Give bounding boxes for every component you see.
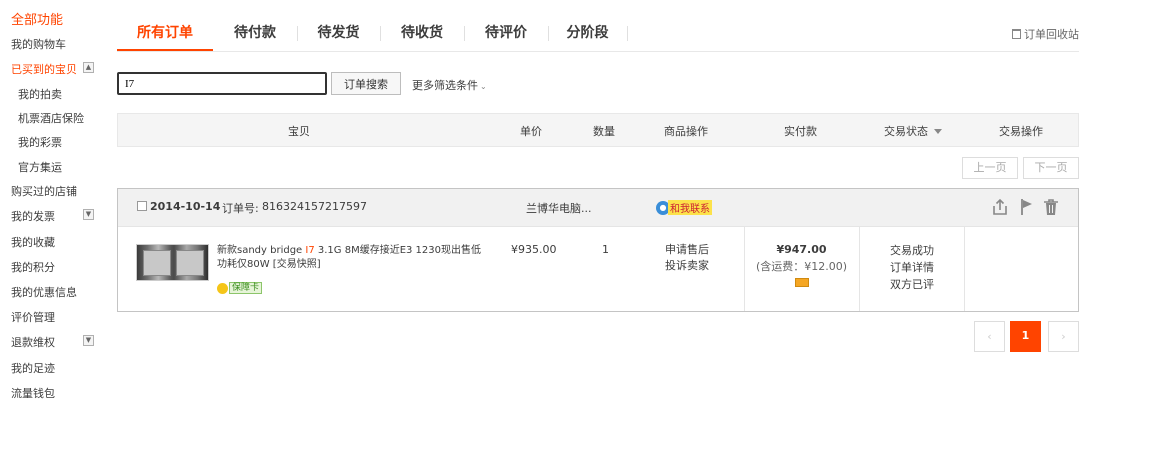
column-divider <box>964 227 965 311</box>
order-search-input[interactable] <box>117 72 327 95</box>
tab-phased[interactable]: 分阶段 <box>548 16 627 51</box>
credit-card-icon <box>794 278 809 287</box>
more-filters-toggle[interactable]: 更多筛选条件 ⌄ <box>412 77 487 93</box>
order-card: 2014-10-14 订单号: 816324157217597 兰博华电脑...… <box>117 188 1079 312</box>
flag-icon[interactable] <box>1019 198 1035 216</box>
caret-down-icon <box>934 129 942 134</box>
pager-prev-button[interactable]: ‹ <box>974 321 1005 352</box>
order-checkbox[interactable] <box>137 201 147 211</box>
share-icon[interactable] <box>992 198 1008 216</box>
trade-status: 交易成功 订单详情 双方已评 <box>860 242 964 293</box>
tab-pending-review[interactable]: 待评价 <box>464 16 548 51</box>
more-filters-label: 更多筛选条件 <box>412 79 478 92</box>
shop-link[interactable]: 兰博华电脑... <box>526 200 592 216</box>
sidebar-item-shipping[interactable]: 官方集运 <box>18 159 62 175</box>
product-title-highlight: I7 <box>305 245 315 256</box>
cpu-chip-image <box>143 250 171 276</box>
pager-current-page[interactable]: 1 <box>1010 321 1041 352</box>
paid-amount-cell: ¥947.00 (含运费：¥12.00) <box>745 241 858 292</box>
item-actions: 申请售后 投诉卖家 <box>665 242 709 274</box>
bulb-icon <box>217 282 228 294</box>
shipping-fee: (含运费：¥12.00) <box>755 260 848 273</box>
column-header-item-actions: 商品操作 <box>664 125 708 138</box>
cpu-chip-image <box>176 250 204 276</box>
product-title-prefix: 新款sandy bridge <box>217 245 306 256</box>
tab-all-orders[interactable]: 所有订单 <box>117 16 213 51</box>
pager-next-button[interactable]: › <box>1048 321 1079 352</box>
sidebar-item-points[interactable]: 我的积分 <box>11 259 55 275</box>
tab-divider <box>627 26 628 41</box>
order-header: 2014-10-14 订单号: 816324157217597 兰博华电脑...… <box>118 189 1078 227</box>
delete-icon[interactable] <box>1043 198 1059 216</box>
product-thumbnail[interactable] <box>136 244 209 281</box>
sidebar-item-footprint[interactable]: 我的足迹 <box>11 360 55 376</box>
column-header-quantity: 数量 <box>593 125 615 138</box>
sidebar-item-data-wallet[interactable]: 流量钱包 <box>11 385 55 401</box>
guarantee-label: 保障卡 <box>229 282 263 294</box>
contact-seller-label: 和我联系 <box>668 200 712 215</box>
sidebar-item-bought[interactable]: 已买到的宝贝 <box>11 61 77 77</box>
sidebar-item-travel[interactable]: 机票酒店保险 <box>18 110 84 126</box>
status-both-reviewed: 双方已评 <box>890 278 934 291</box>
column-header-price: 单价 <box>520 125 542 138</box>
sidebar-item-invoice[interactable]: 我的发票 <box>11 208 55 224</box>
trash-icon <box>1012 29 1021 39</box>
expand-toggle-icon[interactable]: ▼ <box>83 209 94 220</box>
sidebar-item-coupons[interactable]: 我的优惠信息 <box>11 284 77 300</box>
guarantee-badge[interactable]: 保障卡 <box>217 281 263 294</box>
complain-seller-link[interactable]: 投诉卖家 <box>665 258 709 274</box>
chevron-down-icon: ⌄ <box>480 82 487 91</box>
recycle-bin-label: 订单回收站 <box>1024 28 1079 41</box>
prev-page-button[interactable]: 上一页 <box>962 157 1018 179</box>
sidebar-item-favorites[interactable]: 我的收藏 <box>11 234 55 250</box>
quantity: 1 <box>602 243 609 256</box>
contact-seller-button[interactable]: ● 和我联系 <box>656 200 712 216</box>
column-header-trade-actions: 交易操作 <box>999 125 1043 138</box>
order-details-link[interactable]: 订单详情 <box>860 259 964 276</box>
status-filter-label: 交易状态 <box>884 125 928 138</box>
paid-amount: ¥947.00 <box>776 243 827 256</box>
sidebar-title[interactable]: 全部功能 <box>11 9 63 28</box>
recycle-bin-link[interactable]: 订单回收站 <box>1012 26 1079 42</box>
tab-pending-receipt[interactable]: 待收货 <box>380 16 464 51</box>
sidebar-item-refund[interactable]: 退款维权 <box>11 334 55 350</box>
order-tabs: 所有订单 待付款 待发货 待收货 待评价 分阶段 订单回收站 <box>117 16 1079 52</box>
order-search-button[interactable]: 订单搜索 <box>331 72 401 95</box>
column-header-status[interactable]: 交易状态 <box>884 123 942 139</box>
next-page-button[interactable]: 下一页 <box>1023 157 1079 179</box>
order-number: 816324157217597 <box>262 200 367 213</box>
tab-pending-payment[interactable]: 待付款 <box>213 16 297 51</box>
order-item-row: 新款sandy bridge I7 3.1G 8M缓存接近E3 1230现出售低… <box>118 227 1078 311</box>
collapse-toggle-icon[interactable]: ▲ <box>83 62 94 73</box>
sidebar-item-auction[interactable]: 我的拍卖 <box>18 86 62 102</box>
column-header-item: 宝贝 <box>288 125 310 138</box>
order-number-label: 订单号: <box>222 202 259 215</box>
status-success: 交易成功 <box>890 244 934 257</box>
order-date: 2014-10-14 <box>150 200 221 213</box>
expand-toggle-icon[interactable]: ▼ <box>83 335 94 346</box>
tab-pending-shipment[interactable]: 待发货 <box>297 16 380 51</box>
sidebar-item-reviews[interactable]: 评价管理 <box>11 309 55 325</box>
unit-price: ¥935.00 <box>511 243 557 256</box>
sidebar-item-shops[interactable]: 购买过的店铺 <box>11 183 77 199</box>
after-sales-link[interactable]: 申请售后 <box>665 242 709 258</box>
product-title[interactable]: 新款sandy bridge I7 3.1G 8M缓存接近E3 1230现出售低… <box>217 244 489 272</box>
sidebar-item-cart[interactable]: 我的购物车 <box>11 36 66 52</box>
column-header-paid: 实付款 <box>784 125 817 138</box>
sidebar-item-lottery[interactable]: 我的彩票 <box>18 134 62 150</box>
orders-table-header: 宝贝 单价 数量 商品操作 实付款 交易状态 交易操作 <box>117 113 1079 147</box>
